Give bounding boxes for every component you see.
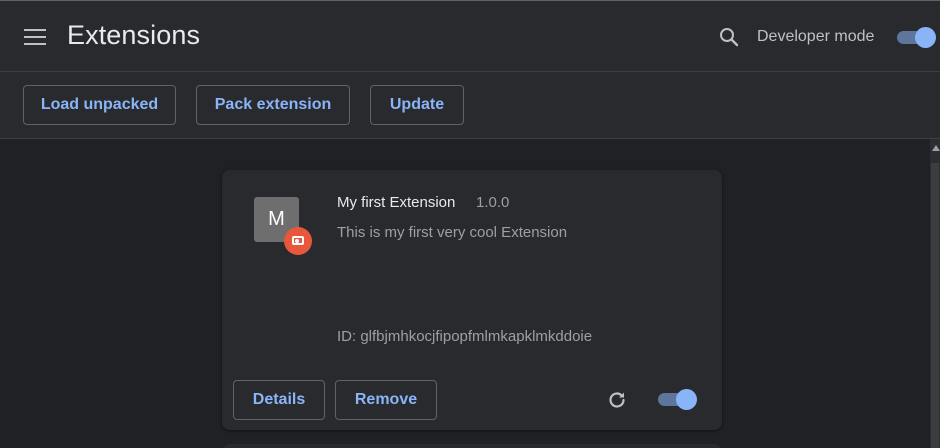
scrollbar[interactable] <box>930 139 940 448</box>
unpacked-extension-icon <box>284 227 312 255</box>
developer-mode-label: Developer mode <box>757 28 875 45</box>
extension-description: This is my first very cool Extension <box>337 224 568 241</box>
page-title: Extensions <box>67 20 201 50</box>
extension-id: ID: glfbjmhkocjfipopfmlmkapklmkddoie <box>337 328 593 345</box>
reload-icon[interactable] <box>605 388 629 412</box>
toggle-knob <box>915 27 936 48</box>
developer-mode-toggle[interactable] <box>897 26 936 48</box>
extension-name: My first Extension <box>337 194 456 211</box>
developer-toolbar: Load unpacked Pack extension Update <box>0 71 940 139</box>
scrollbar-thumb[interactable] <box>931 163 939 448</box>
load-unpacked-button[interactable]: Load unpacked <box>23 85 176 125</box>
scroll-up-arrow-icon[interactable] <box>932 145 940 151</box>
hamburger-menu-icon[interactable] <box>24 28 46 46</box>
toggle-knob <box>676 389 697 410</box>
remove-button[interactable]: Remove <box>335 380 437 420</box>
extension-version: 1.0.0 <box>476 194 510 211</box>
extensions-page: Extensions Developer mode Load unpacked … <box>0 0 940 448</box>
search-icon[interactable] <box>718 26 740 48</box>
next-extension-card <box>222 444 722 448</box>
top-bar: Extensions Developer mode <box>0 0 940 71</box>
update-button[interactable]: Update <box>370 85 464 125</box>
details-button[interactable]: Details <box>233 380 325 420</box>
pack-extension-button[interactable]: Pack extension <box>196 85 350 125</box>
extension-card: M My first Extension 1.0.0 This is my fi… <box>222 170 722 430</box>
extension-enabled-toggle[interactable] <box>658 388 697 410</box>
